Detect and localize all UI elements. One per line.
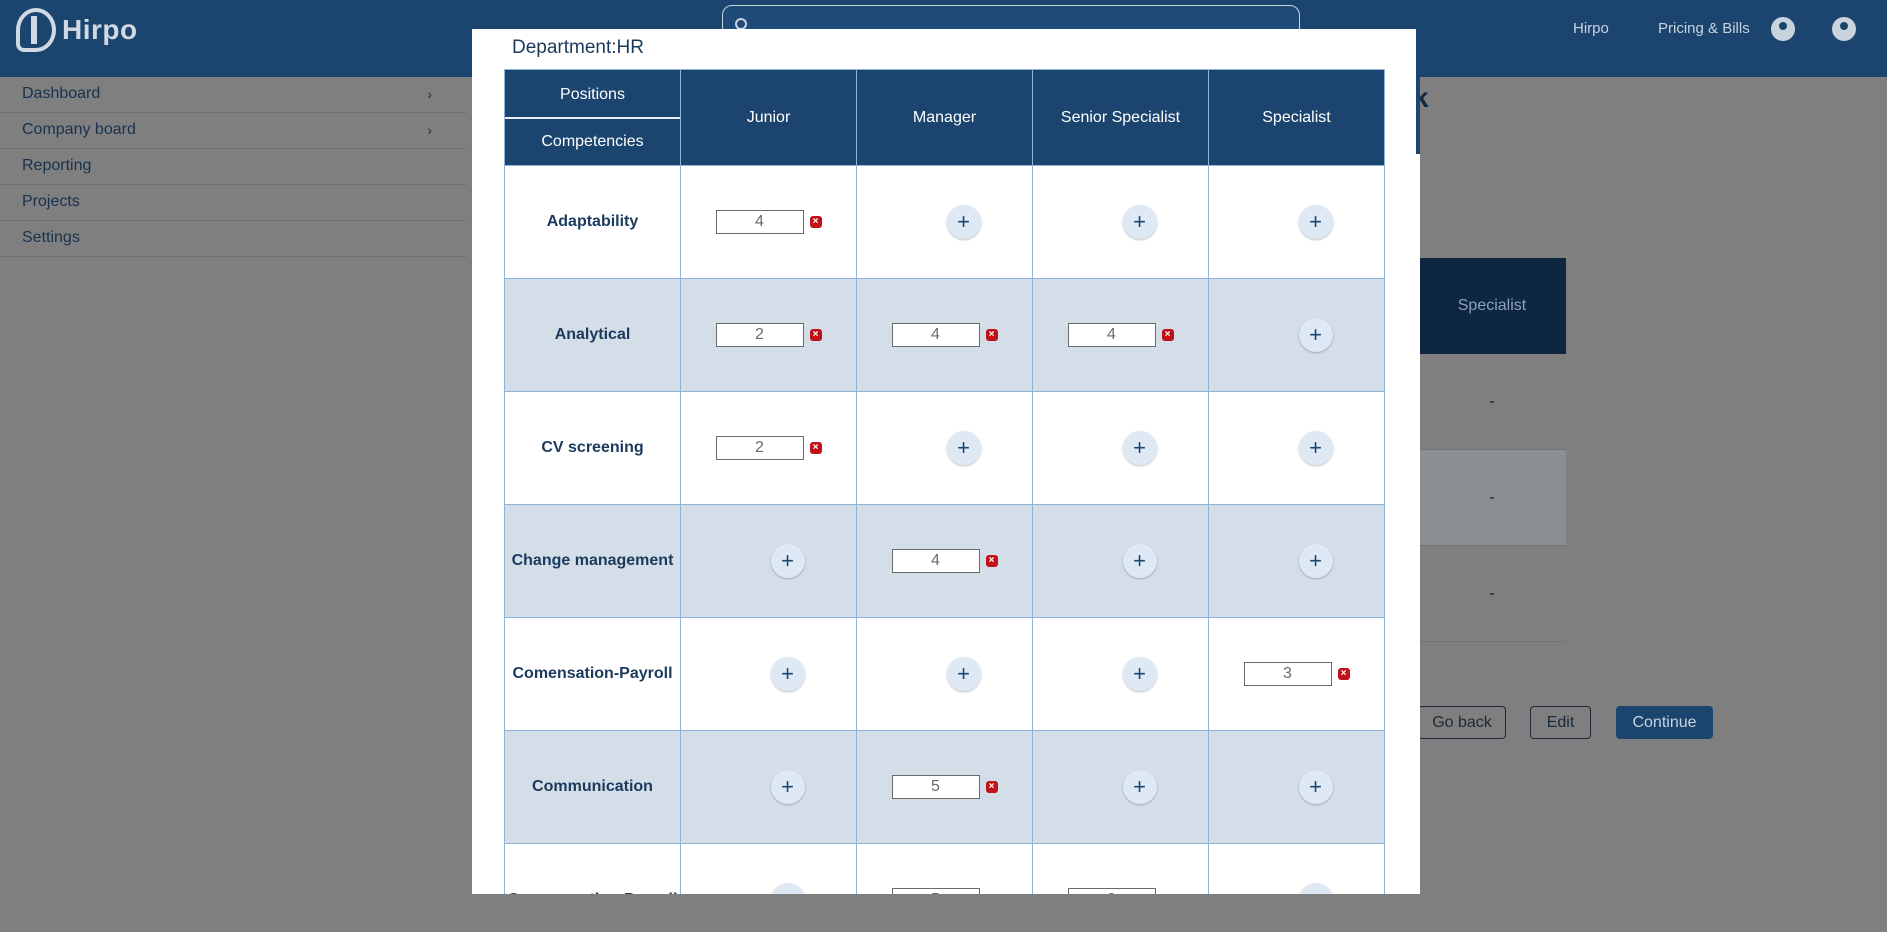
matrix-cell: + — [680, 617, 857, 731]
matrix-cell: + — [856, 617, 1033, 731]
table-row: Change management +4 × + + — [504, 504, 1385, 618]
add-level-button[interactable]: + — [1122, 657, 1157, 691]
table-row: Communication +5 × + + — [504, 730, 1385, 844]
competency-label: Analytical — [504, 278, 681, 392]
matrix-cell: 3× — [1032, 843, 1209, 894]
remove-icon[interactable]: × — [1337, 668, 1350, 680]
add-level-button[interactable]: + — [1298, 883, 1333, 894]
add-level-button[interactable]: + — [1298, 318, 1333, 352]
modal-title: Department:HR — [512, 37, 644, 58]
matrix-cell: 2 × — [680, 278, 857, 392]
remove-icon[interactable]: × — [985, 781, 998, 793]
matrix-cell: 5× — [856, 843, 1033, 894]
add-level-button[interactable]: + — [770, 657, 805, 691]
level-input[interactable]: 4 — [715, 210, 804, 234]
add-level-button[interactable]: + — [1122, 544, 1157, 578]
add-level-button[interactable]: + — [1298, 431, 1333, 465]
competencies-label: Competencies — [541, 132, 644, 150]
level-entry: 2 × — [715, 323, 822, 347]
add-level-button[interactable]: + — [770, 544, 805, 578]
add-level-button[interactable]: + — [1298, 205, 1333, 239]
level-entry: 5× — [891, 775, 998, 799]
matrix-cell: + — [1208, 165, 1385, 279]
column-header-specialist: Specialist — [1208, 69, 1385, 166]
competency-label: Adaptability — [504, 165, 681, 279]
level-input[interactable]: 4 — [891, 549, 980, 573]
matrix-cell: + — [856, 165, 1033, 279]
matrix-cell: + — [1032, 504, 1209, 618]
add-level-button[interactable]: + — [946, 205, 981, 239]
remove-icon[interactable]: × — [809, 329, 822, 341]
level-entry: 3× — [1243, 662, 1350, 686]
column-header-manager: Manager — [856, 69, 1033, 166]
remove-icon[interactable]: × — [809, 442, 822, 454]
matrix-cell: + — [1032, 391, 1209, 505]
competency-label: Change management — [504, 504, 681, 618]
level-input[interactable]: 4 — [891, 323, 980, 347]
add-level-button[interactable]: + — [1298, 544, 1333, 578]
matrix-cell: + — [680, 504, 857, 618]
matrix-cell: 4 × — [1032, 278, 1209, 392]
competency-label: Compensation-Payroll — [504, 843, 681, 894]
matrix-cell: + — [1032, 730, 1209, 844]
competency-matrix-modal: Department:HR Positions Competencies Jun… — [472, 29, 1420, 894]
matrix-cell: 4 × — [856, 278, 1033, 392]
level-input[interactable]: 2 — [715, 323, 804, 347]
table-row: CV screening 2 × + + + — [504, 391, 1385, 505]
remove-icon[interactable]: × — [809, 216, 822, 228]
matrix-cell: + — [1208, 391, 1385, 505]
matrix-cell: 2 × — [680, 391, 857, 505]
matrix-cell: + — [1032, 165, 1209, 279]
competency-matrix: Positions Competencies Junior Manager Se… — [504, 69, 1385, 894]
level-input[interactable]: 5 — [891, 775, 980, 799]
level-entry: 4 × — [891, 549, 998, 573]
level-input[interactable]: 3 — [1067, 888, 1156, 894]
add-level-button[interactable]: + — [770, 883, 805, 894]
add-level-button[interactable]: + — [770, 770, 805, 804]
column-header-junior: Junior — [680, 69, 857, 166]
matrix-cell: 3× — [1208, 617, 1385, 731]
table-row: Analytical 2 × 4 × 4 × + — [504, 278, 1385, 392]
level-entry: 2 × — [715, 436, 822, 460]
add-level-button[interactable]: + — [1298, 770, 1333, 804]
competency-label: CV screening — [504, 391, 681, 505]
matrix-cell: 4 × — [680, 165, 857, 279]
add-level-button[interactable]: + — [1122, 205, 1157, 239]
matrix-cell: + — [1208, 278, 1385, 392]
level-input[interactable]: 3 — [1243, 662, 1332, 686]
corner-header: Positions Competencies — [504, 69, 681, 166]
matrix-cell: 5× — [856, 730, 1033, 844]
level-input[interactable]: 5 — [891, 888, 980, 894]
add-level-button[interactable]: + — [1122, 431, 1157, 465]
add-level-button[interactable]: + — [946, 431, 981, 465]
table-row: Compensation-Payroll +5× 3× + — [504, 843, 1385, 894]
remove-icon[interactable]: × — [1161, 329, 1174, 341]
positions-label: Positions — [505, 71, 680, 119]
add-level-button[interactable]: + — [946, 657, 981, 691]
matrix-cell: + — [680, 843, 857, 894]
table-row: Adaptability 4 × + + + — [504, 165, 1385, 279]
add-level-button[interactable]: + — [1122, 770, 1157, 804]
level-input[interactable]: 4 — [1067, 323, 1156, 347]
matrix-cell: + — [1208, 504, 1385, 618]
level-entry: 4 × — [1067, 323, 1174, 347]
level-entry: 3× — [1067, 888, 1174, 894]
level-entry: 5× — [891, 888, 998, 894]
level-entry: 4 × — [715, 210, 822, 234]
matrix-cell: + — [1208, 730, 1385, 844]
competency-label: Comensation-Payroll — [504, 617, 681, 731]
remove-icon[interactable]: × — [985, 555, 998, 567]
matrix-cell: 4 × — [856, 504, 1033, 618]
scrollbar[interactable] — [1416, 29, 1420, 154]
table-row: Comensation-Payroll + + +3 × — [504, 617, 1385, 731]
matrix-cell: + — [856, 391, 1033, 505]
matrix-cell: + — [1032, 617, 1209, 731]
competency-label: Communication — [504, 730, 681, 844]
matrix-cell: + — [680, 730, 857, 844]
level-input[interactable]: 2 — [715, 436, 804, 460]
remove-icon[interactable]: × — [985, 329, 998, 341]
matrix-cell: + — [1208, 843, 1385, 894]
level-entry: 4 × — [891, 323, 998, 347]
column-header-senior-specialist: Senior Specialist — [1032, 69, 1209, 166]
